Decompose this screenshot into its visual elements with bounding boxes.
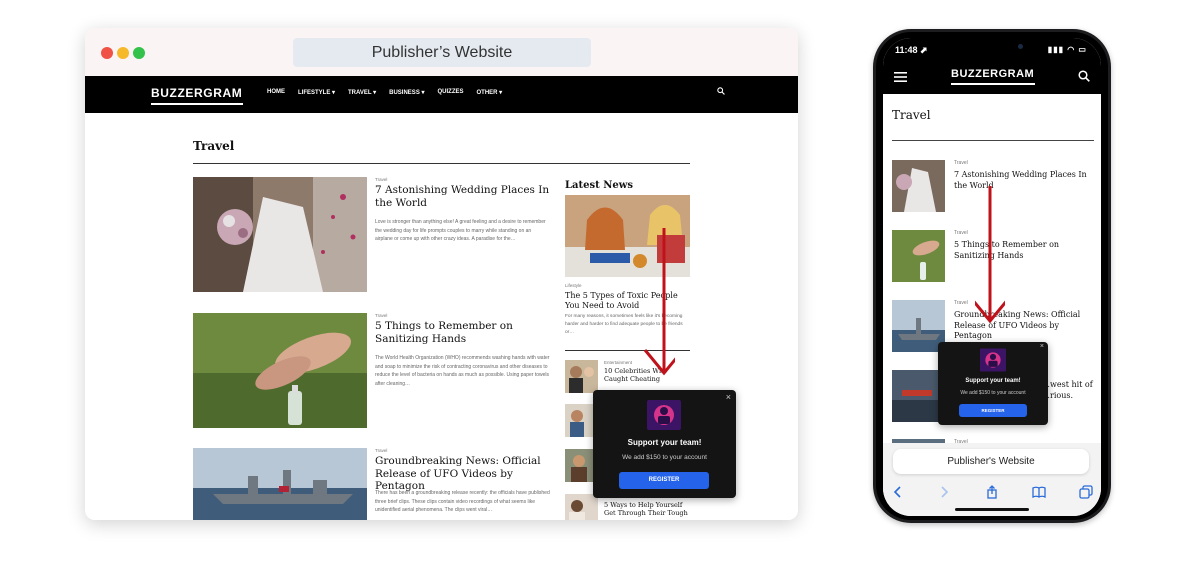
nav-business[interactable]: BUSINESS ▾	[389, 89, 424, 96]
logo-underline	[151, 103, 243, 105]
site-navbar: BUZZERGRAM HOME LIFESTYLE ▾ TRAVEL ▾ BUS…	[85, 76, 798, 113]
article-thumbnail-hands[interactable]	[193, 313, 367, 428]
search-icon[interactable]	[1078, 70, 1090, 82]
article-thumbnail-wedding[interactable]	[193, 177, 367, 292]
share-icon[interactable]	[985, 485, 999, 499]
mobile-item-title[interactable]: …west hit of …rious.	[1042, 380, 1101, 401]
mobile-item-category[interactable]: Travel	[954, 230, 968, 236]
mobile-phone: 11:48 ⬈ ▮▮▮ ◠ ▭ BUZZERGRAM Travel Travel…	[873, 29, 1111, 523]
nav-travel[interactable]: TRAVEL ▾	[348, 89, 376, 96]
article-category[interactable]: Travel	[375, 177, 387, 182]
popup-close-icon[interactable]: ×	[726, 392, 731, 402]
latest-item-thumbnail[interactable]	[565, 360, 598, 393]
mobile-item-category[interactable]: Travel	[954, 300, 968, 306]
scroll-down-arrow-icon	[975, 186, 1005, 324]
title-divider	[193, 163, 690, 164]
mobile-site-logo[interactable]: BUZZERGRAM	[951, 68, 1034, 80]
nav-other[interactable]: OTHER ▾	[477, 89, 503, 96]
article-excerpt: There has been a groundbreaking release …	[375, 490, 550, 513]
mobile-thumbnail-wedding[interactable]	[892, 160, 945, 212]
status-icons: ▮▮▮ ◠ ▭	[1047, 45, 1087, 54]
mobile-address-bar[interactable]: Publisher's Website	[893, 449, 1089, 474]
support-team-popup: × Support your team! We add $150 to your…	[593, 390, 736, 498]
phone-screen: 11:48 ⬈ ▮▮▮ ◠ ▭ BUZZERGRAM Travel Travel…	[883, 38, 1101, 516]
article-thumbnail-ships[interactable]	[193, 448, 367, 520]
mobile-page-title: Travel	[892, 108, 931, 122]
popup-subtitle: We add $150 to your account	[960, 390, 1026, 396]
hamburger-menu-icon[interactable]	[894, 72, 907, 82]
status-time: 11:48 ⬈	[895, 45, 928, 55]
team-badge-icon	[980, 348, 1006, 372]
mobile-thumbnail-ships[interactable]	[892, 300, 945, 352]
team-badge-icon	[647, 400, 681, 430]
address-bar[interactable]: Publisher’s Website	[293, 38, 591, 67]
article-card[interactable]: Travel 5 Things to Remember on Sanitizin…	[193, 313, 550, 428]
popup-title: Support your team!	[627, 438, 702, 447]
camera-icon	[1018, 44, 1023, 49]
close-window-button[interactable]	[101, 47, 113, 59]
latest-item-thumbnail[interactable]	[565, 494, 598, 520]
article-title[interactable]: Groundbreaking News: Official Release of…	[375, 455, 550, 493]
nav-menu: HOME LIFESTYLE ▾ TRAVEL ▾ BUSINESS ▾ QUI…	[267, 89, 515, 96]
latest-news-heading: Latest News	[565, 180, 633, 191]
register-button[interactable]: REGISTER	[959, 404, 1027, 417]
article-title[interactable]: 5 Things to Remember on Sanitizing Hands	[375, 320, 550, 345]
article-category[interactable]: Travel	[375, 313, 387, 318]
latest-item-category[interactable]: Entertainment	[604, 360, 632, 365]
desktop-browser-window: Publisher’s Website BUZZERGRAM HOME LIFE…	[85, 28, 798, 520]
article-title[interactable]: 7 Astonishing Wedding Places In the Worl…	[375, 184, 550, 209]
register-button[interactable]: REGISTER	[619, 472, 709, 489]
latest-item-title[interactable]: 5 Ways to Help Yourself Get Through Thei…	[604, 501, 690, 517]
title-divider	[892, 140, 1094, 141]
page-title: Travel	[193, 139, 235, 153]
article-category[interactable]: Travel	[375, 448, 387, 453]
article-card[interactable]: Travel 7 Astonishing Wedding Places In t…	[193, 177, 550, 292]
nav-quizzes[interactable]: QUIZZES	[438, 89, 464, 96]
bookmarks-icon[interactable]	[1032, 485, 1046, 499]
popup-close-icon[interactable]: ×	[1040, 343, 1044, 350]
minimize-window-button[interactable]	[117, 47, 129, 59]
nav-home[interactable]: HOME	[267, 89, 285, 96]
site-logo[interactable]: BUZZERGRAM	[151, 86, 242, 100]
back-icon[interactable]	[891, 485, 905, 499]
browser-toolbar: Publisher’s Website	[85, 28, 798, 76]
maximize-window-button[interactable]	[133, 47, 145, 59]
logo-underline	[951, 83, 1035, 85]
home-indicator[interactable]	[955, 508, 1029, 511]
safari-bottom-bar: Publisher's Website	[883, 443, 1101, 516]
popup-subtitle: We add $150 to your account	[622, 454, 707, 461]
mobile-support-team-popup: × Support your team! We add $150 to your…	[938, 342, 1048, 425]
article-excerpt: Love is stronger than anything else! A g…	[375, 219, 546, 242]
mobile-navbar: BUZZERGRAM	[883, 60, 1101, 94]
scroll-down-arrow-icon	[643, 228, 675, 376]
forward-icon[interactable]	[937, 485, 951, 499]
article-card[interactable]: Travel Groundbreaking News: Official Rel…	[193, 448, 550, 520]
latest-hero-category[interactable]: Lifestyle	[565, 283, 582, 288]
tabs-icon[interactable]	[1079, 485, 1093, 499]
article-excerpt: The World Health Organization (WHO) reco…	[375, 355, 550, 387]
popup-title: Support your team!	[965, 378, 1021, 384]
mobile-thumbnail-hands[interactable]	[892, 230, 945, 282]
mobile-item-category[interactable]: Travel	[954, 160, 968, 166]
nav-lifestyle[interactable]: LIFESTYLE ▾	[298, 89, 335, 96]
search-icon[interactable]	[717, 87, 725, 95]
